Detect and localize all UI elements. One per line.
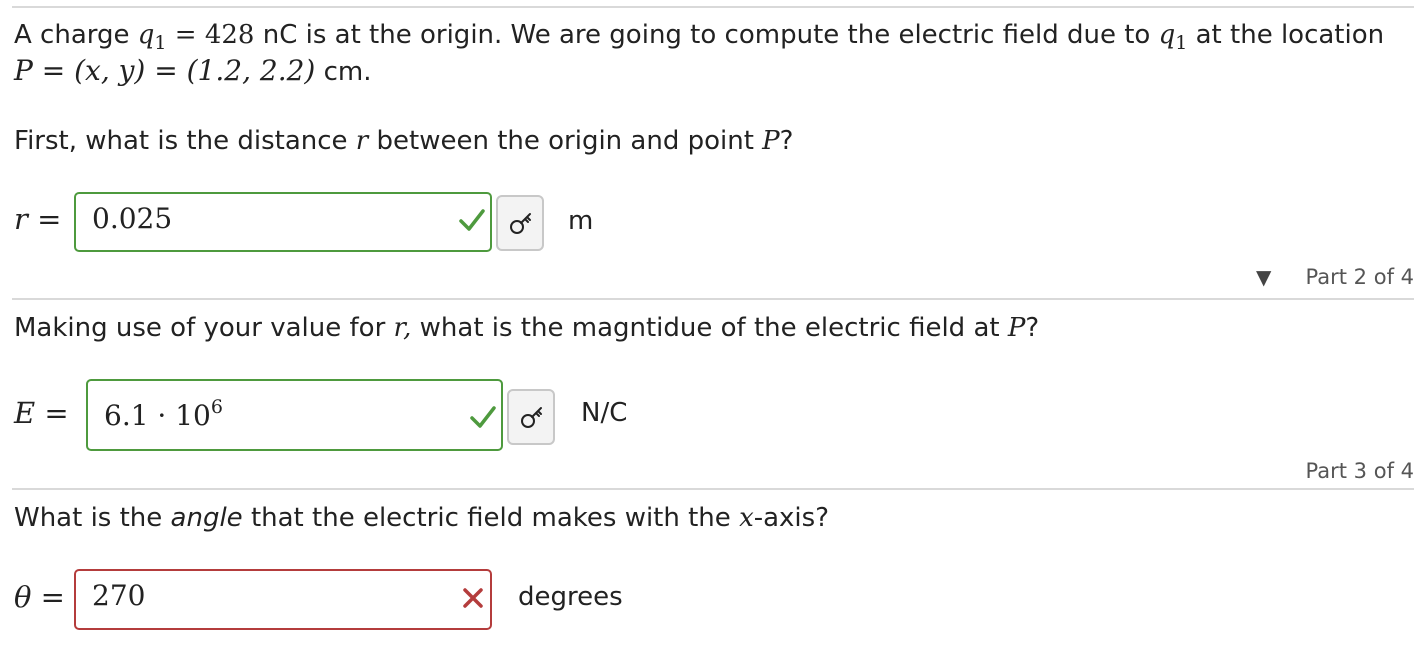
collapse-triangle-icon[interactable]: ▼ <box>1256 265 1271 289</box>
checkmark-icon <box>459 209 485 231</box>
key-icon <box>521 407 542 428</box>
key-button[interactable] <box>496 195 544 251</box>
point-unit: cm. <box>323 57 372 87</box>
part3-label: Part 3 of 4 <box>1305 459 1414 483</box>
part2-label: Part 2 of 4 <box>1305 265 1414 289</box>
distance-unit: m <box>568 206 594 236</box>
distance-input[interactable]: 0.025 <box>74 192 492 252</box>
part3-label-math: θ = <box>14 580 65 614</box>
intro-line-2: P = (x, y) = (1.2, 2.2) cm. <box>14 54 371 89</box>
angle-unit: degrees <box>518 582 623 612</box>
part1-label: r = <box>14 202 62 236</box>
charge-value: = 428 <box>174 20 255 50</box>
intro-mid: nC is at the origin. We are going to com… <box>262 20 1151 50</box>
distance-value: 0.025 <box>92 202 173 235</box>
part3-divider <box>12 488 1414 490</box>
part1-question: First, what is the distance r between th… <box>14 126 794 156</box>
checkmark-icon <box>470 406 496 428</box>
charge-symbol: q1 <box>137 20 167 54</box>
field-input[interactable]: 6.1 · 106 <box>86 379 503 451</box>
problem-page: A charge q1 = 428 nC is at the origin. W… <box>0 0 1422 666</box>
angle-value: 270 <box>92 579 146 612</box>
top-divider <box>12 6 1414 8</box>
charge-symbol-2: q1 <box>1158 20 1188 54</box>
key-icon <box>510 213 531 234</box>
intro-line-1: A charge q1 = 428 nC is at the origin. W… <box>14 18 1384 54</box>
part3-question: What is the angle that the electric fiel… <box>14 503 830 533</box>
field-value: 6.1 · 106 <box>104 396 223 432</box>
angle-input[interactable]: 270 <box>74 569 492 630</box>
intro-suffix: at the location <box>1195 20 1385 50</box>
cross-icon <box>463 588 483 608</box>
intro-prefix: A charge <box>14 20 130 50</box>
key-button-2[interactable] <box>507 389 555 445</box>
point-coordinates: P = (x, y) = (1.2, 2.2) <box>14 54 316 87</box>
part2-label-math: E = <box>14 396 69 430</box>
part2-divider <box>12 298 1414 300</box>
field-unit: N/C <box>581 398 628 428</box>
part2-question: Making use of your value for r, what is … <box>14 313 1040 343</box>
